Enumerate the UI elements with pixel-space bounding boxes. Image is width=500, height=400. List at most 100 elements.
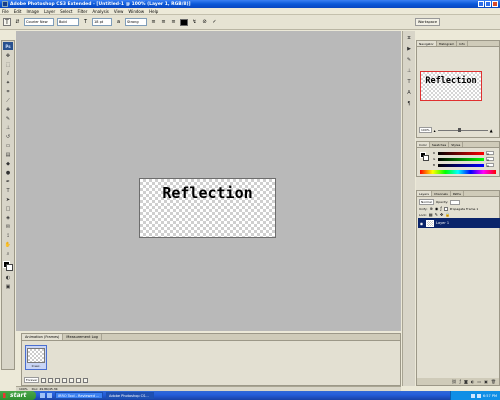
new-frame-button[interactable] [76, 377, 82, 383]
gradient-tool-icon[interactable]: ▤ [3, 151, 13, 159]
align-left-icon[interactable]: ≡ [150, 19, 157, 26]
background-color-swatch[interactable] [6, 264, 13, 271]
unify-style-icon[interactable]: ƒ [440, 206, 441, 211]
opacity-field[interactable] [450, 199, 461, 205]
screen-mode-icon[interactable]: ▣ [3, 283, 13, 291]
lock-pixels-icon[interactable]: ✎ [435, 212, 438, 217]
clone-source-panel-icon[interactable]: ⊥ [405, 67, 414, 75]
blue-slider[interactable] [438, 163, 484, 167]
move-tool-icon[interactable]: ✥ [3, 52, 13, 60]
tab-swatches[interactable]: Swatches [430, 142, 450, 147]
tab-info[interactable]: Info [457, 41, 468, 46]
3d-tool-icon[interactable]: ◈ [3, 214, 13, 222]
document-canvas[interactable]: Reflection [139, 178, 276, 238]
history-brush-tool-icon[interactable]: ↺ [3, 133, 13, 141]
zoom-tool-icon[interactable]: ⌕ [3, 250, 13, 258]
quick-mask-icon[interactable]: ◐ [3, 274, 13, 282]
tab-measurement-log[interactable]: Measurement Log [63, 334, 102, 340]
font-size-select[interactable]: 18 pt [92, 18, 112, 26]
green-value[interactable]: 0 [486, 157, 494, 162]
layer-name[interactable]: Layer 1 [436, 221, 449, 225]
delete-frame-button[interactable] [83, 377, 89, 383]
zoom-in-icon[interactable]: ▲ [490, 128, 493, 133]
close-button[interactable] [492, 1, 498, 7]
menu-layer[interactable]: Layer [44, 9, 55, 14]
propagate-frame-checkbox[interactable] [443, 206, 448, 211]
healing-brush-tool-icon[interactable]: ✚ [3, 106, 13, 114]
layer-mask-icon[interactable]: ◙ [464, 379, 468, 384]
taskbar-item-photoshop[interactable]: Adobe Photoshop CS... [106, 392, 154, 399]
align-right-icon[interactable]: ≡ [170, 19, 177, 26]
marquee-tool-icon[interactable]: ⬚ [3, 61, 13, 69]
minimize-button[interactable] [478, 1, 484, 7]
lock-all-icon[interactable]: 🔒 [445, 212, 450, 217]
paragraph-panel-icon[interactable]: ¶ [405, 100, 414, 108]
actions-panel-icon[interactable]: ▶ [405, 45, 414, 53]
adjustment-layer-icon[interactable]: ◐ [471, 379, 475, 384]
path-selection-tool-icon[interactable]: ➤ [3, 196, 13, 204]
tab-channels[interactable]: Channels [432, 191, 451, 196]
slice-tool-icon[interactable]: ⟋ [3, 97, 13, 105]
canvas-text-layer[interactable]: Reflection [140, 184, 275, 202]
tween-button[interactable] [69, 377, 75, 383]
type-tool-icon[interactable]: T [3, 187, 13, 195]
menu-edit[interactable]: Edit [14, 9, 22, 14]
zoom-slider[interactable] [437, 127, 488, 132]
red-slider[interactable] [438, 151, 484, 155]
character-panel-icon[interactable]: A [405, 89, 414, 97]
green-slider[interactable] [438, 157, 484, 161]
new-layer-icon[interactable]: ▣ [484, 379, 488, 384]
blend-mode-select[interactable]: Normal [419, 199, 434, 205]
browser-icon[interactable] [47, 393, 52, 398]
eyedropper-tool-icon[interactable]: ⟟ [3, 232, 13, 240]
tab-animation-frames[interactable]: Animation (Frames) [22, 334, 64, 340]
shape-tool-icon[interactable]: □ [3, 205, 13, 213]
show-desktop-icon[interactable] [40, 393, 45, 398]
workspace-menu[interactable]: Workspace [414, 18, 440, 26]
brushes-panel-icon[interactable]: ✎ [405, 56, 414, 64]
menu-filter[interactable]: Filter [77, 9, 87, 14]
text-orientation-icon[interactable]: ⇵ [14, 19, 21, 26]
menu-select[interactable]: Select [60, 9, 72, 14]
hand-tool-icon[interactable]: ✋ [3, 241, 13, 249]
lock-position-icon[interactable]: ✥ [440, 212, 443, 217]
eraser-tool-icon[interactable]: ▭ [3, 142, 13, 150]
blur-tool-icon[interactable]: ◆ [3, 160, 13, 168]
history-panel-icon[interactable]: ⧖ [405, 34, 414, 42]
menu-image[interactable]: Image [26, 9, 39, 14]
crop-tool-icon[interactable]: ⌗ [3, 88, 13, 96]
color-background-swatch[interactable] [423, 155, 429, 161]
maximize-button[interactable] [485, 1, 491, 7]
link-layers-icon[interactable]: ⛓ [451, 379, 456, 384]
menu-window[interactable]: Window [128, 9, 144, 14]
tab-color[interactable]: Color [417, 142, 430, 147]
tab-navigator[interactable]: Navigator [417, 41, 437, 46]
taskbar-item-irro[interactable]: IRRO Tool - Reviewed ... [55, 392, 103, 399]
start-button[interactable]: start [0, 391, 36, 400]
font-style-select[interactable]: Bold [57, 18, 79, 26]
first-frame-button[interactable] [41, 377, 47, 383]
blue-value[interactable]: 0 [486, 163, 494, 168]
menu-analysis[interactable]: Analysis [92, 9, 108, 14]
lock-transparency-icon[interactable]: ▦ [429, 212, 433, 217]
frame-delay[interactable]: 0 sec. [26, 364, 46, 368]
menu-view[interactable]: View [114, 9, 124, 14]
layer-style-icon[interactable]: ƒ [460, 379, 461, 384]
color-ramp[interactable] [420, 170, 496, 174]
zoom-out-icon[interactable]: ▴ [434, 128, 436, 133]
antialias-select[interactable]: Strong [125, 18, 147, 26]
tab-styles[interactable]: Styles [449, 142, 464, 147]
clone-stamp-tool-icon[interactable]: ⊥ [3, 124, 13, 132]
notes-tool-icon[interactable]: ✉ [3, 223, 13, 231]
previous-frame-button[interactable] [48, 377, 54, 383]
tab-paths[interactable]: Paths [451, 191, 464, 196]
tab-layers[interactable]: Layers [417, 191, 432, 196]
foreground-background-colors[interactable] [2, 260, 14, 272]
lasso-tool-icon[interactable]: ℓ [3, 70, 13, 78]
pen-tool-icon[interactable]: ✒ [3, 178, 13, 186]
unify-position-icon[interactable]: ⊕ [430, 206, 433, 211]
loop-select[interactable]: Forever [24, 377, 40, 383]
tab-histogram[interactable]: Histogram [437, 41, 458, 46]
animation-frame[interactable]: 0 sec. [25, 345, 47, 370]
tray-network-icon[interactable] [470, 393, 475, 398]
